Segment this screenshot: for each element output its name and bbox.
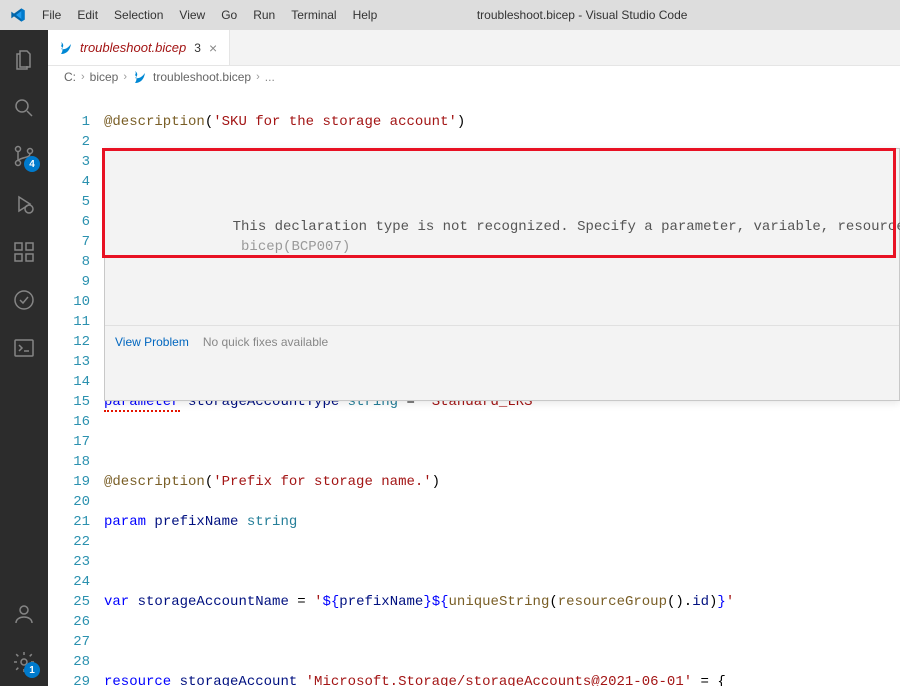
breadcrumb-seg-drive[interactable]: C:	[64, 70, 76, 84]
activity-accounts[interactable]	[0, 590, 48, 638]
vscode-logo-icon	[0, 7, 35, 23]
code-content[interactable]: @description('SKU for the storage accoun…	[104, 88, 900, 686]
menu-terminal[interactable]: Terminal	[284, 4, 343, 26]
account-icon	[12, 602, 36, 626]
menu-selection[interactable]: Selection	[107, 4, 170, 26]
activity-testing[interactable]	[0, 276, 48, 324]
activity-extensions[interactable]	[0, 228, 48, 276]
menu-view[interactable]: View	[172, 4, 212, 26]
no-quick-fix-label: No quick fixes available	[203, 332, 328, 352]
menu-go[interactable]: Go	[214, 4, 244, 26]
search-icon	[12, 96, 36, 120]
problem-hover-popup: This declaration type is not recognized.…	[104, 148, 900, 401]
tab-close-icon[interactable]: ×	[207, 40, 219, 56]
extensions-icon	[12, 240, 36, 264]
chevron-right-icon: ›	[256, 71, 260, 83]
activity-source-control[interactable]: 4	[0, 132, 48, 180]
problem-source-code: bicep(BCP007)	[241, 239, 350, 255]
editor-area: troubleshoot.bicep 3 × C: › bicep › trou…	[48, 30, 900, 686]
problem-message: This declaration type is not recognized.…	[233, 219, 900, 235]
window-title: troubleshoot.bicep - Visual Studio Code	[384, 8, 780, 22]
bicep-file-icon	[58, 40, 74, 56]
problem-source	[233, 239, 241, 255]
files-icon	[12, 48, 36, 72]
breadcrumb-seg-file[interactable]: troubleshoot.bicep	[153, 70, 251, 84]
breadcrumb-seg-folder[interactable]: bicep	[90, 70, 119, 84]
activity-run-debug[interactable]	[0, 180, 48, 228]
activity-search[interactable]	[0, 84, 48, 132]
bicep-file-icon	[132, 69, 148, 85]
activity-explorer[interactable]	[0, 36, 48, 84]
terminal-icon	[12, 336, 36, 360]
play-bug-icon	[12, 192, 36, 216]
code-editor[interactable]: 1234567891011121314151617181920212223242…	[48, 88, 900, 686]
tab-filename: troubleshoot.bicep	[80, 40, 186, 55]
activity-settings[interactable]: 1	[0, 638, 48, 686]
chevron-right-icon: ›	[81, 71, 85, 83]
activity-bar: 4 1	[0, 30, 48, 686]
beaker-check-icon	[12, 288, 36, 312]
menu-file[interactable]: File	[35, 4, 68, 26]
menu-bar: File Edit Selection View Go Run Terminal…	[35, 4, 384, 26]
view-problem-link[interactable]: View Problem	[115, 332, 189, 352]
breadcrumb[interactable]: C: › bicep › troubleshoot.bicep › ...	[48, 66, 900, 88]
menu-help[interactable]: Help	[346, 4, 385, 26]
menu-edit[interactable]: Edit	[70, 4, 105, 26]
title-bar: File Edit Selection View Go Run Terminal…	[0, 0, 900, 30]
menu-run[interactable]: Run	[246, 4, 282, 26]
tab-bar: troubleshoot.bicep 3 ×	[48, 30, 900, 66]
settings-badge: 1	[24, 662, 40, 678]
breadcrumb-ellipsis[interactable]: ...	[265, 70, 275, 84]
chevron-right-icon: ›	[123, 71, 127, 83]
tab-troubleshoot-bicep[interactable]: troubleshoot.bicep 3 ×	[48, 30, 230, 65]
tab-problem-count: 3	[194, 41, 201, 55]
activity-remote[interactable]	[0, 324, 48, 372]
scm-badge: 4	[24, 156, 40, 172]
line-number-gutter: 1234567891011121314151617181920212223242…	[48, 88, 104, 686]
